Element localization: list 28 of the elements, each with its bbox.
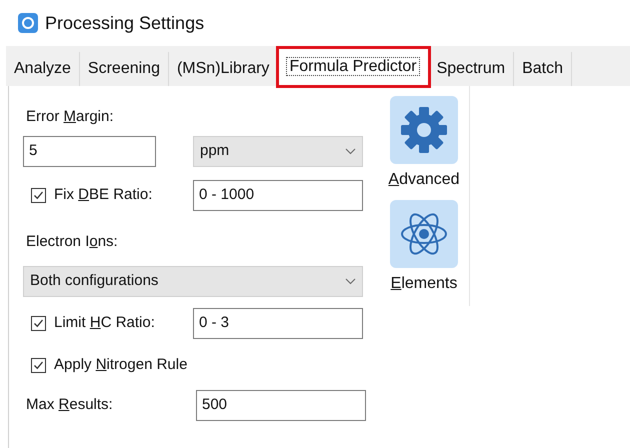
input-field[interactable]: 500 bbox=[196, 390, 366, 420]
field-label: Error Margin: bbox=[26, 107, 115, 127]
chevron-down-icon bbox=[345, 278, 356, 285]
tab[interactable]: Batch bbox=[514, 52, 572, 86]
checkbox[interactable] bbox=[31, 188, 46, 203]
dropdown[interactable]: Both configurations bbox=[23, 266, 363, 297]
chevron-down-icon bbox=[345, 148, 356, 155]
checkbox-label: Limit HC Ratio: bbox=[54, 313, 155, 334]
tab[interactable]: Formula Predictor bbox=[278, 48, 429, 86]
tab[interactable]: Spectrum bbox=[428, 52, 514, 86]
check-icon bbox=[33, 318, 44, 329]
input-field[interactable]: 0 - 1000 bbox=[193, 180, 363, 211]
field-label: Max Results: bbox=[26, 394, 114, 415]
check-icon bbox=[33, 360, 44, 371]
field-label: Electron Ions: bbox=[26, 232, 119, 252]
app-icon bbox=[17, 12, 39, 34]
input-field[interactable]: 0 - 3 bbox=[193, 308, 363, 339]
check-icon bbox=[33, 190, 44, 201]
tab[interactable]: Analyze bbox=[6, 52, 80, 86]
tab[interactable]: Screening bbox=[80, 52, 169, 86]
dropdown[interactable]: ppm bbox=[193, 136, 363, 167]
gear-icon bbox=[398, 105, 449, 155]
checkbox-label: Apply Nitrogen Rule bbox=[54, 355, 188, 375]
input-field[interactable]: 5 bbox=[23, 136, 156, 167]
checkbox[interactable] bbox=[31, 316, 46, 331]
checkbox[interactable] bbox=[31, 358, 46, 373]
window-title: Processing Settings bbox=[45, 12, 204, 35]
checkbox-label: Fix DBE Ratio: bbox=[54, 185, 152, 206]
